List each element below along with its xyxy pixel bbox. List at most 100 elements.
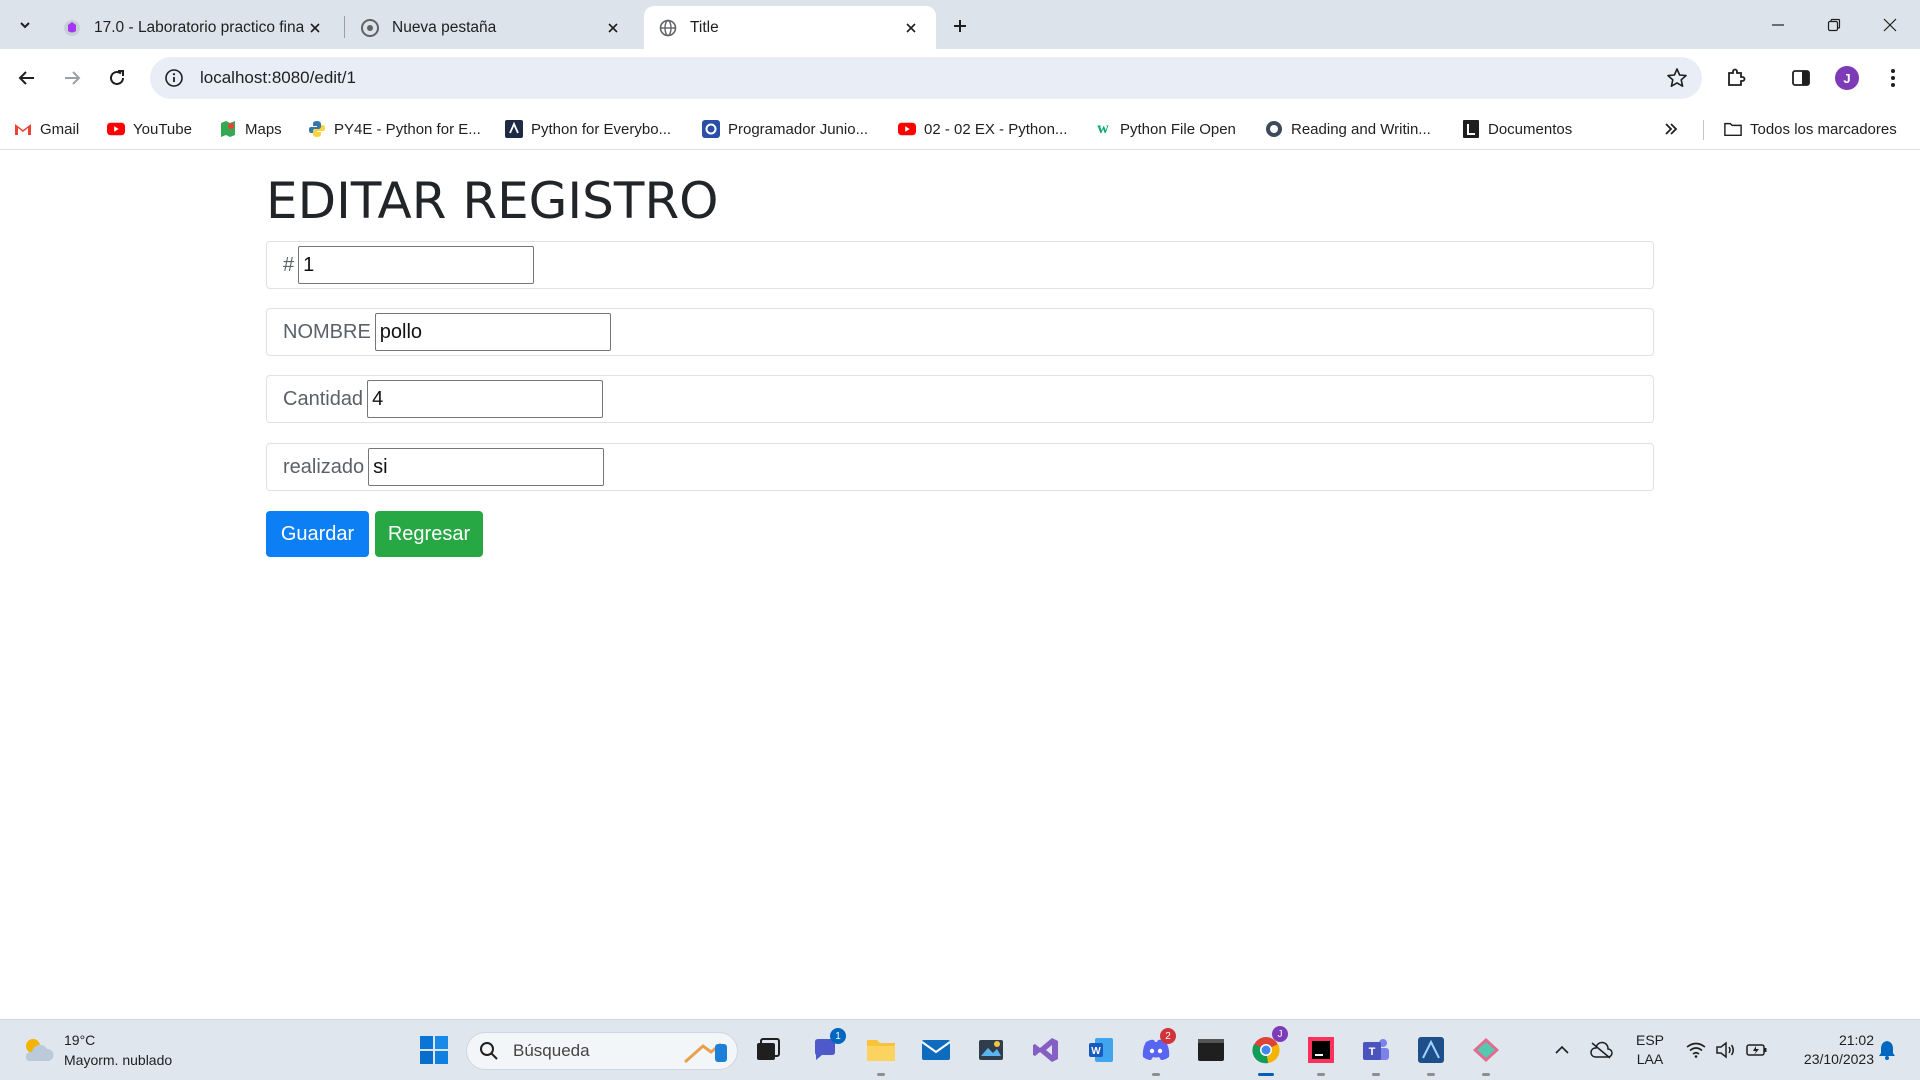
git-client-icon	[1473, 1038, 1499, 1062]
search-highlight-icon	[684, 1042, 727, 1064]
taskbar-search[interactable]: Búsqueda	[466, 1032, 738, 1070]
kebab-menu-icon	[1891, 69, 1895, 87]
profile-button[interactable]: J	[1830, 61, 1864, 95]
back-button[interactable]	[10, 61, 44, 95]
new-tab-button[interactable]	[944, 10, 976, 42]
more-bookmarks-button[interactable]	[1664, 116, 1678, 142]
bookmark-reading-writing[interactable]: Reading and Writin...	[1265, 116, 1431, 142]
clock-date: 23/10/2023	[1803, 1051, 1874, 1067]
teams-button[interactable]: T	[1356, 1030, 1396, 1076]
bookmark-python-file-open[interactable]: w Python File Open	[1094, 116, 1236, 142]
windows-icon	[420, 1036, 448, 1064]
running-indicator	[1152, 1073, 1160, 1076]
onedrive-button[interactable]	[1586, 1030, 1616, 1070]
tab-title: 17.0 - Laboratorio practico fina	[94, 18, 304, 36]
speaker-icon	[1716, 1041, 1734, 1059]
search-placeholder: Búsqueda	[513, 1041, 590, 1060]
visual-studio-button[interactable]	[1026, 1030, 1066, 1070]
start-button[interactable]	[414, 1030, 454, 1070]
battery-button[interactable]	[1744, 1030, 1770, 1070]
notifications-button[interactable]	[1874, 1030, 1900, 1070]
discord-button[interactable]: 2	[1136, 1028, 1176, 1076]
keyboard-layout: LAA	[1636, 1051, 1664, 1067]
tab-nueva-pestana[interactable]: Nueva pestaña	[346, 6, 638, 49]
close-icon[interactable]	[900, 17, 922, 39]
close-icon[interactable]	[602, 17, 624, 39]
tab-title-active[interactable]: Title	[644, 6, 936, 49]
field-label: Cantidad	[283, 387, 364, 410]
chrome-icon	[360, 18, 380, 38]
volume-button[interactable]	[1712, 1030, 1738, 1070]
bookmark-gmail[interactable]: Gmail	[14, 116, 79, 142]
realizado-input[interactable]	[368, 448, 605, 486]
youtube-icon	[107, 120, 125, 138]
show-hidden-icons-button[interactable]	[1550, 1030, 1574, 1070]
restore-button[interactable]	[1806, 0, 1862, 49]
running-indicator	[1317, 1073, 1325, 1076]
reload-button[interactable]	[100, 61, 134, 95]
globe-icon	[658, 18, 678, 38]
search-icon	[480, 1042, 498, 1060]
photos-button[interactable]	[971, 1030, 1011, 1070]
running-indicator	[1427, 1073, 1435, 1076]
bookmark-py4e[interactable]: PY4E - Python for E...	[308, 116, 481, 142]
bookmark-youtube[interactable]: YouTube	[107, 116, 192, 142]
terminal-button[interactable]	[1191, 1030, 1231, 1070]
id-input[interactable]	[298, 246, 535, 284]
tab-laboratorio[interactable]: 17.0 - Laboratorio practico fina	[48, 6, 340, 49]
word-button[interactable]: W	[1081, 1030, 1121, 1070]
address-bar[interactable]: localhost:8080/edit/1	[150, 57, 1702, 99]
snipping-tool-icon	[1418, 1037, 1444, 1063]
nombre-input[interactable]	[374, 313, 611, 351]
extensions-button[interactable]	[1719, 61, 1753, 95]
folder-icon	[867, 1040, 895, 1061]
bookmark-label: 02 - 02 EX - Python...	[924, 120, 1068, 138]
side-panel-icon	[1792, 70, 1810, 86]
close-window-button[interactable]	[1862, 0, 1918, 49]
bookmark-02-ex[interactable]: 02 - 02 EX - Python...	[898, 116, 1067, 142]
avatar: J	[1835, 66, 1859, 90]
minimize-button[interactable]	[1750, 0, 1806, 49]
partly-cloudy-icon	[25, 1039, 54, 1061]
chrome-button[interactable]: J	[1246, 1026, 1288, 1076]
w3schools-icon: w	[1097, 120, 1109, 137]
forward-button[interactable]	[55, 61, 89, 95]
bookmark-label: Todos los marcadores	[1750, 120, 1897, 138]
git-client-button[interactable]	[1466, 1030, 1506, 1076]
cantidad-input[interactable]	[367, 380, 604, 418]
page-content: EDITAR REGISTRO # NOMBRE Cantidad realiz…	[0, 150, 1920, 1019]
cert-icon	[702, 120, 720, 138]
svg-text:W: W	[1091, 1046, 1101, 1057]
menu-button[interactable]	[1876, 61, 1910, 95]
cloud-offline-icon	[1590, 1041, 1613, 1059]
teams-chat-button[interactable]: 1	[806, 1028, 846, 1070]
tab-search-button[interactable]	[8, 8, 42, 42]
running-indicator	[877, 1073, 885, 1076]
site-info-icon[interactable]	[164, 68, 184, 88]
side-panel-button[interactable]	[1784, 61, 1818, 95]
bookmark-documentos[interactable]: Documentos	[1462, 116, 1572, 142]
snipping-tool-button[interactable]	[1411, 1030, 1451, 1076]
task-view-button[interactable]	[748, 1030, 788, 1070]
url-text[interactable]: localhost:8080/edit/1	[200, 68, 356, 88]
bookmark-maps[interactable]: Maps	[219, 116, 282, 142]
bookmark-programador[interactable]: Programador Junio...	[702, 116, 868, 142]
chevron-double-right-icon	[1665, 123, 1678, 135]
bookmark-python-everybody[interactable]: Python for Everybo...	[505, 116, 671, 142]
intellij-button[interactable]	[1301, 1030, 1341, 1076]
back-button[interactable]: Regresar	[375, 511, 483, 557]
file-explorer-button[interactable]	[861, 1030, 901, 1076]
mail-icon	[921, 1040, 951, 1060]
all-bookmarks-button[interactable]: Todos los marcadores	[1724, 116, 1897, 142]
teams-icon: T	[1363, 1039, 1389, 1060]
clock[interactable]: 21:02 23/10/2023	[1780, 1031, 1874, 1069]
wifi-button[interactable]	[1683, 1030, 1709, 1070]
save-button[interactable]: Guardar	[266, 511, 369, 557]
input-language[interactable]: ESP LAA	[1630, 1031, 1670, 1069]
chevron-up-icon	[1555, 1045, 1569, 1054]
page-title: EDITAR REGISTRO	[266, 172, 719, 230]
close-icon[interactable]	[304, 17, 326, 39]
mail-button[interactable]	[916, 1030, 956, 1070]
weather-widget[interactable]: 19°C Mayorm. nublado	[20, 1030, 172, 1070]
bookmark-star-icon[interactable]	[1666, 67, 1688, 89]
